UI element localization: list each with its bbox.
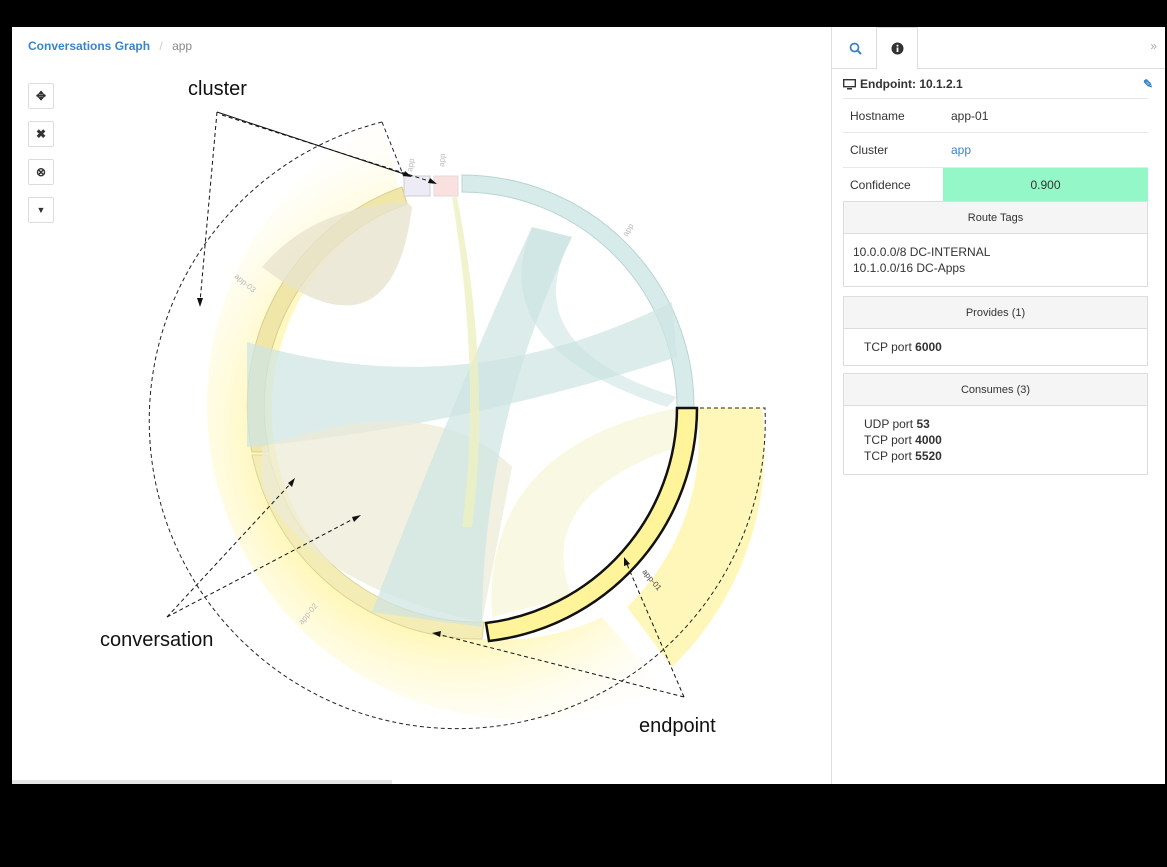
graph-toolbar: ✥ ✖ ⊗ ▼ [28,83,54,235]
clear-button[interactable]: ✖ [28,121,54,147]
annotation-conversation: conversation [100,629,213,651]
field-value-hostname: app-01 [951,108,989,123]
port-item: TCP port 4000 [864,433,942,447]
endpoint-fields: Hostname app-01 Cluster app Confidence 0… [843,98,1148,203]
segment-label-top-1: app [405,157,416,172]
annotation-cluster: cluster [188,78,247,100]
filter-button[interactable]: ▼ [28,197,54,223]
segment-label-app: app [621,221,636,238]
endpoint-header: Endpoint: 10.1.2.1 ✎ [843,77,1155,91]
search-icon [849,42,862,55]
consumes-title: Consumes (3) [844,374,1147,406]
app-window: app-03 app-02 app app app app-01 cluster… [12,27,1165,784]
reset-button[interactable]: ⊗ [28,159,54,185]
filter-icon: ▼ [36,205,46,215]
route-tag: 10.1.0.0/16 DC-Apps [853,261,966,275]
port-item: TCP port 6000 [864,340,942,354]
field-row-cluster: Cluster app [843,133,1148,168]
move-button[interactable]: ✥ [28,83,54,109]
confidence-value: 0.900 [943,167,1148,203]
field-key: Cluster [850,143,889,157]
pencil-icon[interactable]: ✎ [1143,77,1153,91]
endpoint-title: Endpoint: 10.1.2.1 [860,77,963,91]
provides-title: Provides (1) [844,297,1147,329]
provides-box: Provides (1) TCP port 6000 [843,296,1148,366]
cluster-link[interactable]: app [943,143,1148,157]
route-tags-box: Route Tags 10.0.0.0/8 DC-INTERNAL 10.1.0… [843,201,1148,287]
move-icon: ✥ [35,89,47,103]
tab-search[interactable] [834,27,876,69]
monitor-icon [843,78,856,89]
tab-info[interactable] [876,27,918,70]
cluster-box-1[interactable] [403,175,431,197]
field-row-confidence: Confidence 0.900 [843,167,1148,203]
field-key: Hostname [850,108,905,123]
port-item: UDP port 53 [864,417,930,431]
field-key: Confidence [850,178,911,192]
cluster-box-2[interactable] [433,175,459,197]
route-tags-title: Route Tags [844,202,1147,234]
close-icon: ✖ [35,127,47,141]
route-tags-body: 10.0.0.0/8 DC-INTERNAL 10.1.0.0/16 DC-Ap… [844,234,1147,286]
route-tag: 10.0.0.0/8 DC-INTERNAL [853,245,991,259]
breadcrumb: Conversations Graph / app [28,39,192,53]
breadcrumb-root-link[interactable]: Conversations Graph [28,39,150,53]
segment-label-top-2: app [437,153,447,168]
breadcrumb-separator: / [159,39,163,53]
provides-body: TCP port 6000 [844,329,1147,365]
info-icon [891,42,903,55]
annotation-endpoint: endpoint [639,715,716,737]
collapse-panel-button[interactable]: » [1150,39,1157,53]
field-row-hostname: Hostname app-01 [843,98,1148,133]
breadcrumb-current: app [172,39,193,53]
letterbox-bottom [0,784,1167,867]
panel-tabs: » [832,27,1165,70]
port-item: TCP port 5520 [864,449,942,463]
reset-icon: ⊗ [35,165,47,179]
details-panel: » Endpoint: 10.1.2.1 ✎ Hostname app-01 C… [831,27,1165,784]
conversations-graph[interactable]: app-03 app-02 app app app app-01 cluster… [12,27,831,784]
consumes-box: Consumes (3) UDP port 53 TCP port 4000 T… [843,373,1148,475]
consumes-body: UDP port 53 TCP port 4000 TCP port 5520 [844,406,1147,474]
